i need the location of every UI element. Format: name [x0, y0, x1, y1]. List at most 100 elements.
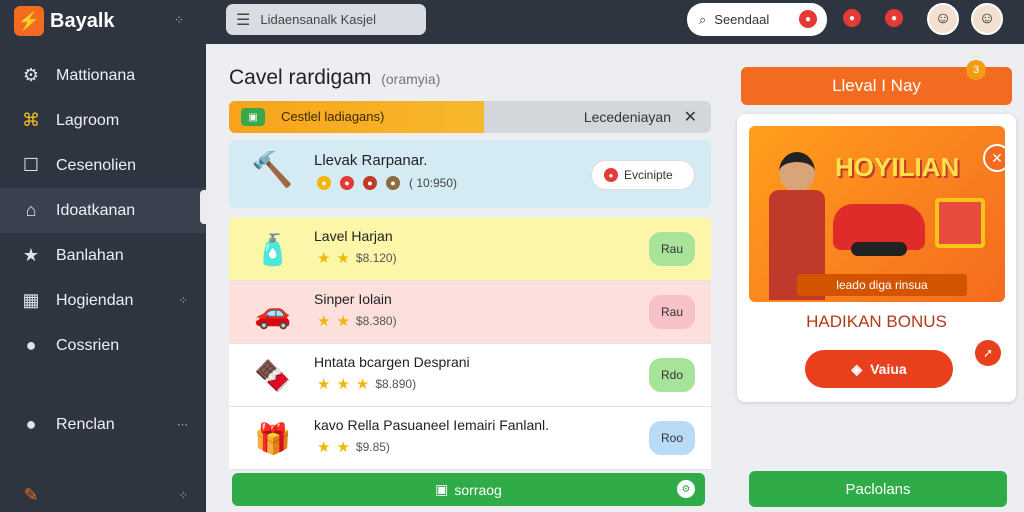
user-icon: ● [25, 414, 37, 434]
sidebar-item-settings[interactable]: ✎ ⁘ [0, 473, 206, 512]
record-icon: ● [604, 168, 618, 182]
share-icon[interactable]: ➚ [975, 340, 1001, 366]
right-footer-button[interactable]: Paclolans [749, 471, 1007, 507]
sidebar-item-lagroom[interactable]: ⌘ Lagroom [0, 98, 206, 143]
square-icon: ☐ [22, 155, 40, 175]
close-icon[interactable]: ✕ [983, 144, 1005, 172]
list-item[interactable]: 🧴 Lavel Harjan ★ ★ $8.120) Rau [229, 218, 711, 281]
sidebar-item-label: Cesenolien [56, 156, 137, 174]
star-icon: ★ [317, 439, 331, 456]
search-input-text: Seendaal [714, 12, 770, 27]
pencil-icon: ✎ [23, 485, 39, 505]
item-action-button[interactable]: Rdo [649, 358, 695, 392]
promo-button[interactable]: ◈ Vaiua [805, 350, 953, 388]
level-banner-label: Lleval I Nay [832, 76, 921, 95]
gift-icon [935, 198, 985, 248]
more-arrows-icon[interactable]: ⋯ [177, 418, 188, 431]
item-action-button[interactable]: Rau [649, 232, 695, 266]
item-price: $8.120) [355, 251, 397, 265]
topbar-search[interactable]: ☰ Lidaensanalk Kasjel [226, 4, 426, 35]
promo-card: HOYILIAN leado diga rinsua ✕ HADIKAN BON… [737, 114, 1016, 402]
sidebar-item-idoatkanan[interactable]: ⌂ Idoatkanan [0, 188, 206, 233]
badge-icon: ● [386, 176, 400, 190]
settings-icon[interactable]: ⚙ [677, 480, 695, 498]
level-badge: 3 [966, 60, 986, 80]
flag-icon[interactable]: ● [799, 10, 817, 28]
hammer-icon: 🔨 [251, 151, 294, 189]
list-footer-button[interactable]: ▣ sorraog ⚙ [232, 473, 705, 506]
list-item[interactable]: 🍫 Hntata bcargen Desprani ★ ★ ★ $8.890) Rdo [229, 344, 711, 407]
close-icon[interactable]: ✕ [684, 107, 697, 127]
star-icon: ★ [317, 250, 331, 267]
sidebar-item-cesenolien[interactable]: ☐ Cesenolien [0, 143, 206, 188]
item-price: $8.890) [375, 377, 417, 391]
notification-icon[interactable]: ● [843, 9, 861, 27]
feature-meta: ● ● ● ● ( 10:950) [317, 176, 457, 190]
brand-name: Bayalk [50, 9, 115, 32]
sidebar-item-label: Cossrien [56, 336, 120, 354]
topbar: ☰ Lidaensanalk Kasjel ⌕ Seendaal ● ● ● ☺… [206, 0, 1024, 44]
sidebar-item-cossrien[interactable]: ● Cossrien [0, 323, 206, 368]
item-title: Sinper Iolain [314, 291, 392, 307]
list-item[interactable]: 🚗 Sinper Iolain ★ ★ $8.380) Rau [229, 281, 711, 344]
search-icon: ⌕ [699, 11, 707, 27]
sidebar-item-hogiendan[interactable]: ▦ Hogiendan ⁘ [0, 278, 206, 323]
item-action-button[interactable]: Roo [649, 421, 695, 455]
sidebar-item-label: Idoatkanan [56, 201, 136, 219]
page-title-note: (oramyia) [381, 71, 441, 87]
promo-illustration: HOYILIAN leado diga rinsua ✕ [749, 126, 1005, 302]
car-illustration [833, 204, 925, 256]
star-icon: ★ [336, 439, 350, 456]
feature-button[interactable]: ● Evcinipte [591, 160, 695, 190]
avatar[interactable]: ☺ [927, 3, 959, 35]
menu-icon[interactable]: ☰ [236, 10, 250, 30]
alert-icon[interactable]: ● [885, 9, 903, 27]
item-title: Hntata bcargen Desprani [314, 354, 470, 370]
progress-label: Cestlel ladiagans) [281, 109, 385, 124]
sidebar-item-label: Renclan [56, 415, 115, 433]
item-title: kavo Rella Pasuaneel Iemairi Fanlanl. [314, 417, 550, 433]
item-meta: ★ ★ $8.120) [317, 249, 397, 267]
promo-button-label: Vaiua [870, 361, 907, 377]
feature-meta-text: ( 10:950) [409, 176, 458, 190]
badge-icon: ● [363, 176, 377, 190]
item-meta: ★ ★ $8.380) [317, 312, 397, 330]
more-dots-icon[interactable]: ⁘ [179, 489, 188, 502]
sidebar-item-mattionana[interactable]: ⚙ Mattionana [0, 53, 206, 98]
sidebar: ⚡ Bayalk ⁘ ⚙ Mattionana ⌘ Lagroom ☐ Cese… [0, 0, 206, 512]
item-action-button[interactable]: Rau [649, 295, 695, 329]
page-title-text: Cavel rardigam [229, 66, 372, 89]
item-thumbnail-icon: 🧴 [254, 233, 292, 267]
sidebar-item-banlahan[interactable]: ★ Banlahan [0, 233, 206, 278]
avatar[interactable]: ☺ [971, 3, 1003, 35]
star-icon: ★ [355, 376, 370, 393]
sidebar-collapse-handle[interactable] [200, 190, 208, 224]
sidebar-item-label: Lagroom [56, 111, 120, 129]
brand-logo-icon: ⚡ [14, 6, 44, 36]
gear-icon: ⚙ [22, 65, 40, 85]
item-thumbnail-icon: 🎁 [254, 422, 292, 456]
sidebar-item-label: Hogiendan [56, 291, 134, 309]
coin-icon: ● [317, 176, 331, 190]
sidebar-item-label: Banlahan [56, 246, 124, 264]
bank-icon: ⌂ [25, 200, 37, 220]
user-icon: ● [25, 335, 37, 355]
grid-menu-icon[interactable]: ⁘ [174, 13, 184, 27]
promo-art-title: HOYILIAN [835, 152, 960, 182]
grid-icon: ▣ [435, 481, 449, 497]
progress-badge-icon: ▣ [241, 108, 265, 126]
feature-card[interactable]: 🔨 Llevak Rarpanar. ● ● ● ● ( 10:950) ● E… [229, 140, 711, 208]
sidebar-bottom: ● Renclan ⋯ ✎ ⁘ [0, 402, 206, 512]
list-item[interactable]: 🎁 kavo Rella Pasuaneel Iemairi Fanlanl. ★ ★… [229, 407, 711, 470]
star-icon: ★ [317, 376, 331, 393]
star-icon: ★ [336, 250, 350, 267]
star-icon: ★ [317, 313, 331, 330]
more-dots-icon[interactable]: ⁘ [179, 294, 188, 307]
star-icon: ★ [336, 376, 350, 393]
progress-bar[interactable]: ▣ Cestlel ladiagans) Lecedeniayan ✕ [229, 101, 711, 133]
promo-title: HADIKAN BONUS [806, 312, 947, 331]
search-input[interactable]: ⌕ Seendaal ● [687, 3, 827, 36]
brand[interactable]: ⚡ Bayalk [14, 6, 115, 36]
promo-ribbon: leado diga rinsua [797, 274, 967, 296]
sidebar-item-renclan[interactable]: ● Renclan ⋯ [0, 402, 206, 447]
